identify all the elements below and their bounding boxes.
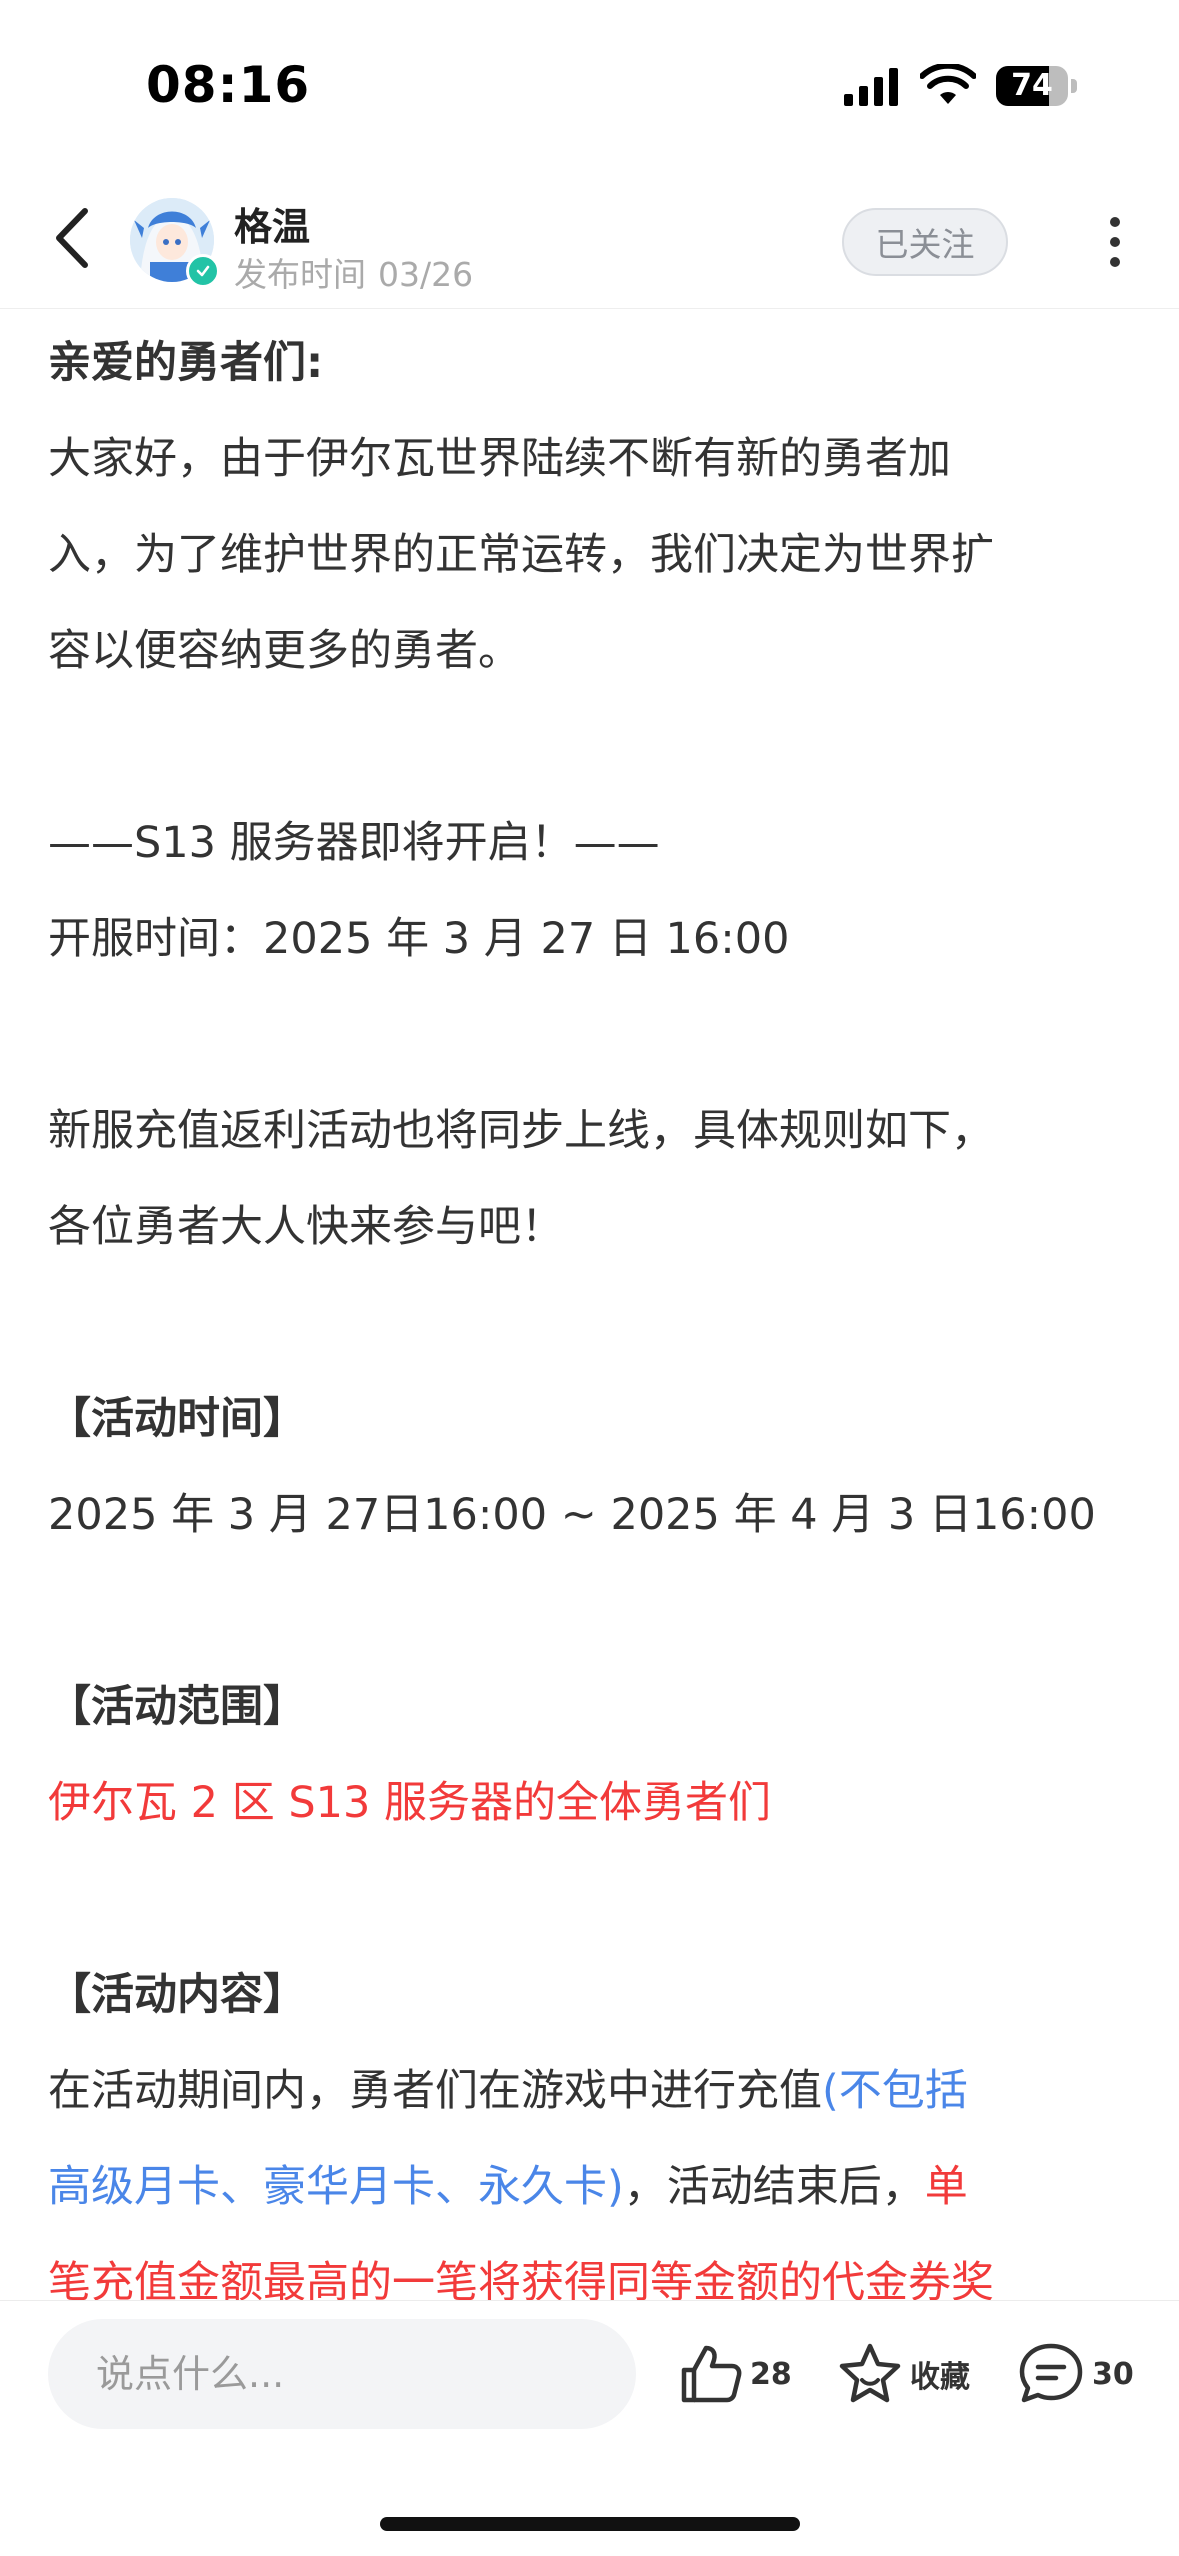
article-paragraph-line: 容以便容纳更多的勇者。	[48, 626, 521, 676]
home-indicator[interactable]	[380, 2517, 800, 2531]
favorite-label: 收藏	[910, 2360, 970, 2395]
comment-count: 30	[1092, 2356, 1134, 2392]
chevron-left-icon	[56, 208, 88, 268]
verified-badge-icon	[186, 254, 220, 288]
content-text: 在活动期间内，勇者们在游戏中进行充值	[48, 2066, 822, 2116]
battery-icon: 74	[996, 66, 1078, 106]
follow-button[interactable]: 已关注	[842, 208, 1008, 276]
article-paragraph-line: 各位勇者大人快来参与吧！	[48, 1202, 564, 1252]
wifi-icon	[920, 64, 976, 104]
author-avatar[interactable]	[130, 198, 220, 288]
article-paragraph-line: 大家好，由于伊尔瓦世界陆续不断有新的勇者加	[48, 434, 951, 484]
thumbs-up-icon	[681, 2345, 742, 2403]
author-name[interactable]: 格温	[234, 196, 310, 251]
cellular-signal-icon	[844, 68, 898, 106]
article-paragraph-line: 新服充值返利活动也将同步上线，具体规则如下，	[48, 1106, 994, 1156]
content-highlight-text: 单	[924, 2162, 968, 2212]
server-announcement-heading: ——S13 服务器即将开启！——	[48, 818, 660, 868]
article-greeting: 亲爱的勇者们:	[48, 338, 324, 388]
like-button[interactable]: 28	[676, 2329, 792, 2419]
publish-date: 03/26	[378, 255, 474, 294]
publish-info: 发布时间 03/26	[234, 248, 485, 296]
publish-label: 发布时间	[234, 255, 366, 294]
activity-content-line: 在活动期间内，勇者们在游戏中进行充值(不包括	[48, 2043, 1138, 2139]
like-count: 28	[750, 2356, 792, 2392]
favorite-button[interactable]: 收藏	[836, 2329, 970, 2419]
activity-time-heading: 【活动时间】	[48, 1394, 306, 1444]
activity-time-value: 2025 年 3 月 27日16:00 ~ 2025 年 4 月 3 日16:0…	[48, 1490, 1096, 1540]
content-exclusion-text: (不包括	[822, 2066, 968, 2116]
activity-scope-value: 伊尔瓦 2 区 S13 服务器的全体勇者们	[48, 1778, 772, 1828]
comment-bubble-icon	[1019, 2343, 1083, 2403]
more-dots-icon	[1110, 217, 1120, 227]
server-open-time: 开服时间：2025 年 3 月 27 日 16:00	[48, 914, 790, 964]
post-header: 格温 发布时间 03/26 已关注	[0, 170, 1179, 309]
comment-button[interactable]: 30	[1016, 2329, 1134, 2419]
activity-content-line: 高级月卡、豪华月卡、永久卡)，活动结束后，单	[48, 2139, 1138, 2235]
battery-level: 74	[1011, 68, 1053, 103]
status-time: 08:16	[146, 56, 311, 114]
content-text: ，活动结束后，	[623, 2162, 925, 2212]
bottom-action-bar: 28 收藏 30	[0, 2300, 1179, 2556]
more-options-button[interactable]	[1090, 208, 1140, 276]
star-icon	[839, 2343, 901, 2403]
article-paragraph-line: 入，为了维护世界的正常运转，我们决定为世界扩	[48, 530, 994, 580]
activity-content-heading: 【活动内容】	[48, 1970, 306, 2020]
comment-input[interactable]	[48, 2319, 636, 2429]
activity-scope-heading: 【活动范围】	[48, 1682, 306, 1732]
post-detail-screen: 08:16 74 格温 发布时间 03/26 已关注 亲爱的勇者们: 大家好，由…	[0, 0, 1179, 2556]
content-exclusion-text: 高级月卡、豪华月卡、永久卡)	[48, 2162, 624, 2212]
status-bar: 08:16 74	[0, 0, 1179, 170]
article-body: 亲爱的勇者们: 大家好，由于伊尔瓦世界陆续不断有新的勇者加 入，为了维护世界的正…	[48, 315, 1138, 2315]
back-button[interactable]	[36, 198, 106, 278]
